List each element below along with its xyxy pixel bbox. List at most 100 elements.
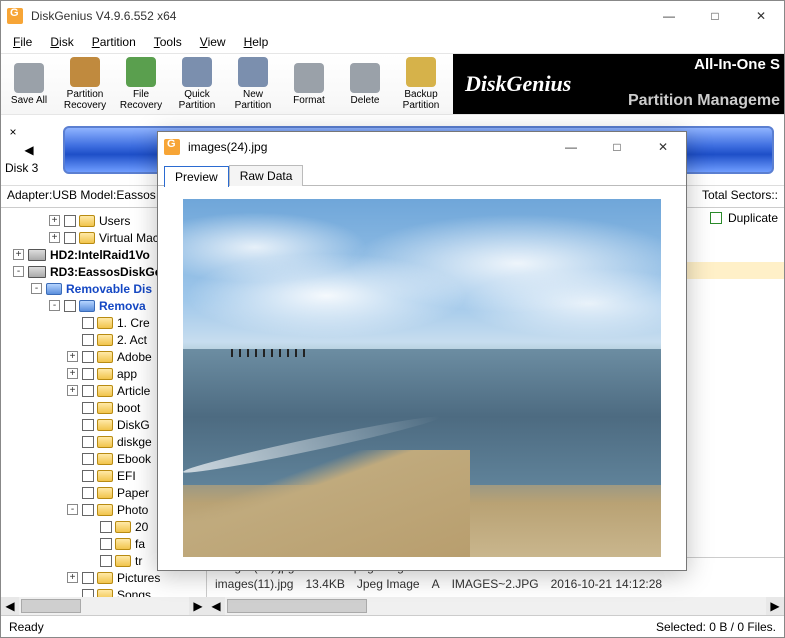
menu-help[interactable]: Help <box>236 33 277 51</box>
tree-checkbox[interactable] <box>82 470 94 482</box>
tree-checkbox[interactable] <box>82 572 94 584</box>
delete-button[interactable]: Delete <box>337 54 393 114</box>
toolbar-label: Format <box>293 95 325 106</box>
tree-label: Paper <box>117 486 149 500</box>
expand-icon[interactable]: + <box>67 385 78 396</box>
scroll-right-icon[interactable]: ▶ <box>766 597 784 615</box>
tab-preview[interactable]: Preview <box>164 166 229 187</box>
tree-item[interactable]: Songs <box>1 586 206 597</box>
tree-checkbox[interactable] <box>82 317 94 329</box>
menu-partition[interactable]: Partition <box>84 33 144 51</box>
expand-icon[interactable]: - <box>49 300 60 311</box>
expand-icon[interactable]: + <box>67 351 78 362</box>
tree-checkbox[interactable] <box>100 521 112 533</box>
preview-body <box>158 185 686 570</box>
tree-checkbox[interactable] <box>82 368 94 380</box>
expand-icon[interactable]: + <box>49 232 60 243</box>
backup-partition-button[interactable]: Backup Partition <box>393 54 449 114</box>
file-row[interactable]: images(11).jpg13.4KBJpeg ImageAIMAGES~2.… <box>207 575 784 592</box>
folder-icon <box>97 453 113 465</box>
disk-icon <box>28 249 46 261</box>
toolbar-label: New Partition <box>235 89 272 111</box>
save-all-button[interactable]: Save All <box>1 54 57 114</box>
expand-icon[interactable]: - <box>67 504 78 515</box>
partition-recovery-button[interactable]: Partition Recovery <box>57 54 113 114</box>
folder-icon <box>97 436 113 448</box>
expand-icon[interactable]: + <box>49 215 60 226</box>
info-close-icon[interactable]: × <box>5 125 21 139</box>
tree-item[interactable]: +Pictures <box>1 569 206 586</box>
window-title: DiskGenius V4.9.6.552 x64 <box>31 9 646 23</box>
expand-icon <box>67 402 78 413</box>
new-partition-icon <box>238 57 268 87</box>
file-recovery-button[interactable]: File Recovery <box>113 54 169 114</box>
tree-checkbox[interactable] <box>82 385 94 397</box>
preview-maximize-button[interactable]: □ <box>594 132 640 162</box>
tree-label: diskge <box>117 435 152 449</box>
folder-icon <box>97 487 113 499</box>
tree-checkbox[interactable] <box>82 589 94 598</box>
tree-checkbox[interactable] <box>82 351 94 363</box>
scroll-thumb[interactable] <box>21 599 81 613</box>
menu-file[interactable]: File <box>5 33 40 51</box>
preview-titlebar[interactable]: images(24).jpg — □ ✕ <box>158 132 686 162</box>
expand-icon[interactable]: + <box>67 368 78 379</box>
tree-checkbox[interactable] <box>82 402 94 414</box>
expand-icon <box>67 334 78 345</box>
menu-view[interactable]: View <box>192 33 234 51</box>
tree-checkbox[interactable] <box>82 453 94 465</box>
volume-icon <box>79 300 95 312</box>
tree-checkbox[interactable] <box>82 419 94 431</box>
preview-minimize-button[interactable]: — <box>548 132 594 162</box>
minimize-button[interactable]: — <box>646 1 692 31</box>
tree-checkbox[interactable] <box>82 436 94 448</box>
tree-checkbox[interactable] <box>100 538 112 550</box>
list-scrollbar[interactable]: ◀ ▶ <box>207 597 784 615</box>
scroll-left-icon[interactable]: ◀ <box>207 597 225 615</box>
tree-label: tr <box>135 554 142 568</box>
expand-icon[interactable]: + <box>67 572 78 583</box>
scroll-right-icon[interactable]: ▶ <box>189 597 207 615</box>
expand-icon <box>67 453 78 464</box>
tree-label: DiskG <box>117 418 150 432</box>
file-attr: A <box>432 577 440 591</box>
tree-checkbox[interactable] <box>64 300 76 312</box>
close-button[interactable]: ✕ <box>738 1 784 31</box>
preview-title: images(24).jpg <box>188 140 548 154</box>
scroll-thumb[interactable] <box>227 599 367 613</box>
tree-checkbox[interactable] <box>64 215 76 227</box>
expand-icon[interactable]: - <box>13 266 24 277</box>
expand-icon[interactable]: - <box>31 283 42 294</box>
menu-disk[interactable]: Disk <box>42 33 81 51</box>
preview-close-button[interactable]: ✕ <box>640 132 686 162</box>
tree-checkbox[interactable] <box>82 487 94 499</box>
folder-icon <box>115 555 131 567</box>
tree-checkbox[interactable] <box>100 555 112 567</box>
banner-sub2: Partition Manageme <box>628 92 780 110</box>
folder-icon <box>97 470 113 482</box>
quick-partition-icon <box>182 57 212 87</box>
preview-app-icon <box>164 139 180 155</box>
tab-raw-data[interactable]: Raw Data <box>229 165 304 186</box>
tree-checkbox[interactable] <box>82 334 94 346</box>
toolbar-label: Partition Recovery <box>64 89 106 111</box>
maximize-button[interactable]: □ <box>692 1 738 31</box>
tree-scrollbar[interactable]: ◀ ▶ <box>1 597 207 615</box>
expand-icon[interactable]: + <box>13 249 24 260</box>
banner-sub1: All-In-One S <box>694 56 780 73</box>
folder-icon <box>97 317 113 329</box>
total-sectors: Total Sectors:: <box>702 188 778 205</box>
expand-icon <box>85 538 96 549</box>
tree-label: Songs <box>117 588 151 598</box>
menu-tools[interactable]: Tools <box>146 33 190 51</box>
new-partition-button[interactable]: New Partition <box>225 54 281 114</box>
quick-partition-button[interactable]: Quick Partition <box>169 54 225 114</box>
tree-checkbox[interactable] <box>82 504 94 516</box>
info-arrow-icon[interactable]: ◀ <box>5 143 53 157</box>
format-button[interactable]: Format <box>281 54 337 114</box>
expand-icon <box>67 487 78 498</box>
scroll-left-icon[interactable]: ◀ <box>1 597 19 615</box>
folder-icon <box>115 521 131 533</box>
tree-checkbox[interactable] <box>64 232 76 244</box>
duplicate-checkbox[interactable] <box>710 212 722 224</box>
